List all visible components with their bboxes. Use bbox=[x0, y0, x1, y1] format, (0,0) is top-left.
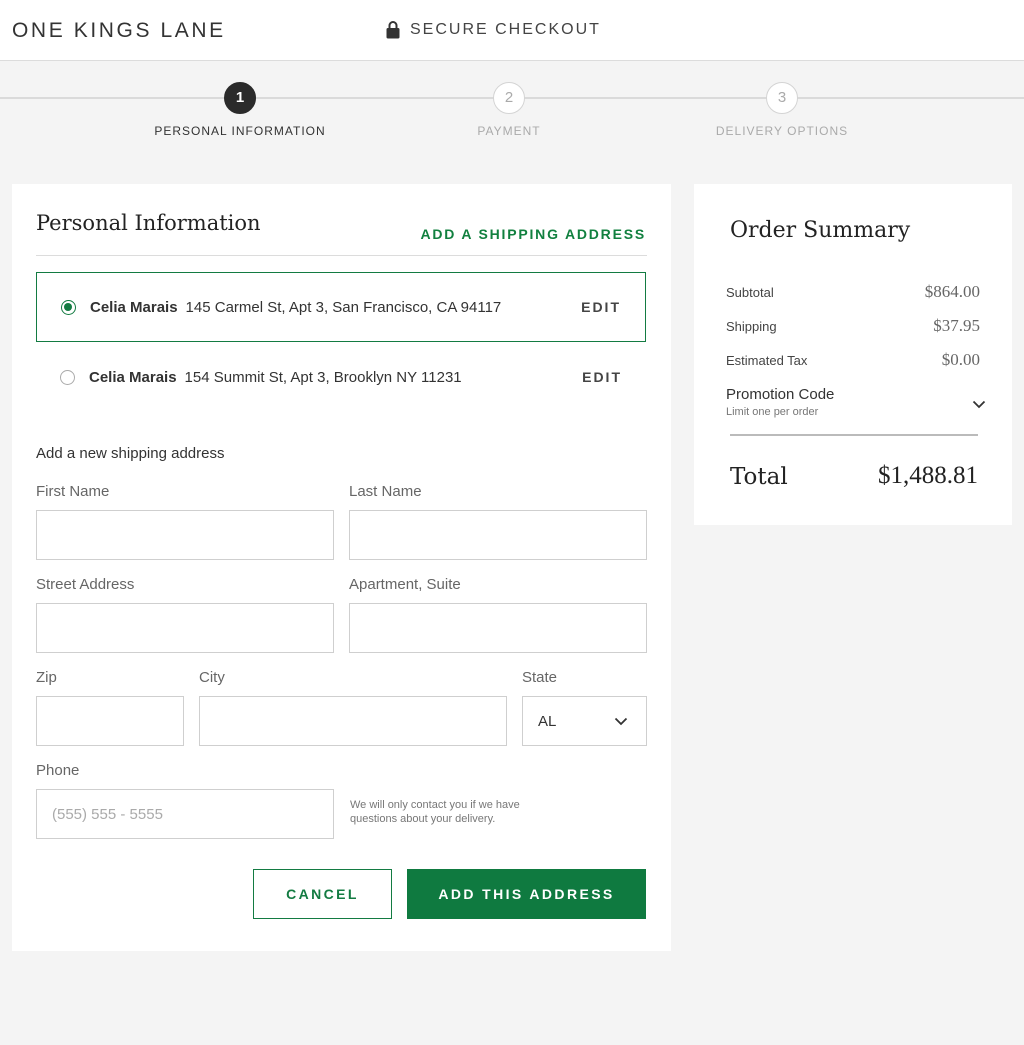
street-address-input[interactable] bbox=[36, 603, 334, 653]
first-name-label: First Name bbox=[36, 483, 110, 500]
city-input[interactable] bbox=[199, 696, 507, 746]
subtotal-label: Subtotal bbox=[726, 285, 774, 300]
phone-field: Phone (555) 555 - 5555 bbox=[36, 763, 334, 839]
edit-address-button[interactable]: EDIT bbox=[582, 369, 622, 385]
saved-address-option[interactable]: Celia Marais 145 Carmel St, Apt 3, San F… bbox=[36, 272, 646, 342]
zip-field: Zip bbox=[36, 670, 184, 746]
chevron-down-icon[interactable] bbox=[972, 396, 986, 414]
total-value: $1,488.81 bbox=[878, 462, 978, 489]
phone-note: We will only contact you if we have ques… bbox=[350, 799, 520, 825]
step-payment: 2 PAYMENT bbox=[389, 82, 629, 138]
order-summary-title: Order Summary bbox=[730, 218, 911, 243]
total-label: Total bbox=[730, 464, 788, 490]
city-field: City bbox=[199, 670, 507, 746]
subtotal-row: Subtotal $864.00 bbox=[726, 282, 980, 302]
edit-address-button[interactable]: EDIT bbox=[581, 299, 621, 315]
phone-label: Phone bbox=[36, 762, 80, 779]
page-title: Personal Information bbox=[36, 211, 261, 235]
last-name-field: Last Name bbox=[349, 484, 647, 560]
lock-icon bbox=[386, 20, 400, 39]
site-header: ONE KINGS LANE SECURE CHECKOUT bbox=[0, 0, 1024, 61]
step-number-1: 1 bbox=[224, 82, 256, 114]
order-summary-panel: Order Summary Subtotal $864.00 Shipping … bbox=[694, 184, 1012, 525]
address-name: Celia Marais bbox=[90, 298, 178, 316]
add-address-button[interactable]: ADD THIS ADDRESS bbox=[407, 869, 646, 919]
promotion-code-title: Promotion Code bbox=[726, 386, 835, 403]
last-name-label: Last Name bbox=[349, 483, 422, 500]
saved-address-option[interactable]: Celia Marais 154 Summit St, Apt 3, Brook… bbox=[36, 342, 646, 412]
phone-input[interactable]: (555) 555 - 5555 bbox=[36, 789, 334, 839]
address-text: 145 Carmel St, Apt 3, San Francisco, CA … bbox=[185, 298, 502, 316]
shipping-value: $37.95 bbox=[933, 316, 980, 335]
zip-input[interactable] bbox=[36, 696, 184, 746]
state-select[interactable]: AL bbox=[522, 696, 647, 746]
step-label-1: PERSONAL INFORMATION bbox=[154, 124, 326, 138]
step-label-2: PAYMENT bbox=[477, 124, 541, 138]
secure-checkout-label: SECURE CHECKOUT bbox=[386, 20, 601, 39]
apartment-field: Apartment, Suite bbox=[349, 577, 647, 653]
state-value: AL bbox=[538, 712, 557, 730]
step-number-2: 2 bbox=[493, 82, 525, 114]
step-number-3: 3 bbox=[766, 82, 798, 114]
last-name-input[interactable] bbox=[349, 510, 647, 560]
personal-information-panel: Personal Information ADD A SHIPPING ADDR… bbox=[12, 184, 671, 951]
phone-placeholder: (555) 555 - 5555 bbox=[52, 805, 163, 823]
chevron-down-icon bbox=[614, 713, 628, 730]
first-name-field: First Name bbox=[36, 484, 334, 560]
summary-divider bbox=[730, 434, 978, 436]
state-field: State AL bbox=[522, 670, 647, 746]
tax-row: Estimated Tax $0.00 bbox=[726, 350, 980, 370]
shipping-row: Shipping $37.95 bbox=[726, 316, 980, 336]
apartment-input[interactable] bbox=[349, 603, 647, 653]
zip-label: Zip bbox=[36, 669, 57, 686]
state-label: State bbox=[522, 669, 558, 686]
step-personal-information: 1 PERSONAL INFORMATION bbox=[120, 82, 360, 138]
step-label-3: DELIVERY OPTIONS bbox=[715, 124, 849, 138]
first-name-input[interactable] bbox=[36, 510, 334, 560]
street-address-label: Street Address bbox=[36, 576, 135, 593]
title-divider bbox=[36, 255, 647, 256]
promotion-code-toggle[interactable]: Promotion Code Limit one per order bbox=[726, 386, 986, 418]
address-text: 154 Summit St, Apt 3, Brooklyn NY 11231 bbox=[184, 368, 462, 386]
new-address-heading: Add a new shipping address bbox=[36, 445, 225, 462]
brand-logo[interactable]: ONE KINGS LANE bbox=[12, 19, 226, 43]
secure-checkout-text: SECURE CHECKOUT bbox=[410, 20, 601, 38]
subtotal-value: $864.00 bbox=[924, 282, 980, 301]
address-name: Celia Marais bbox=[89, 368, 177, 386]
shipping-label: Shipping bbox=[726, 319, 777, 334]
promotion-code-note: Limit one per order bbox=[726, 406, 819, 418]
tax-label: Estimated Tax bbox=[726, 353, 808, 368]
street-address-field: Street Address bbox=[36, 577, 334, 653]
step-delivery-options: 3 DELIVERY OPTIONS bbox=[662, 82, 902, 138]
address-radio-selected[interactable] bbox=[61, 299, 76, 315]
add-shipping-address-link[interactable]: ADD A SHIPPING ADDRESS bbox=[420, 226, 646, 242]
cancel-button[interactable]: CANCEL bbox=[253, 869, 392, 919]
city-label: City bbox=[199, 669, 225, 686]
address-radio[interactable] bbox=[60, 369, 75, 385]
tax-value: $0.00 bbox=[941, 350, 980, 369]
apartment-label: Apartment, Suite bbox=[349, 576, 461, 593]
